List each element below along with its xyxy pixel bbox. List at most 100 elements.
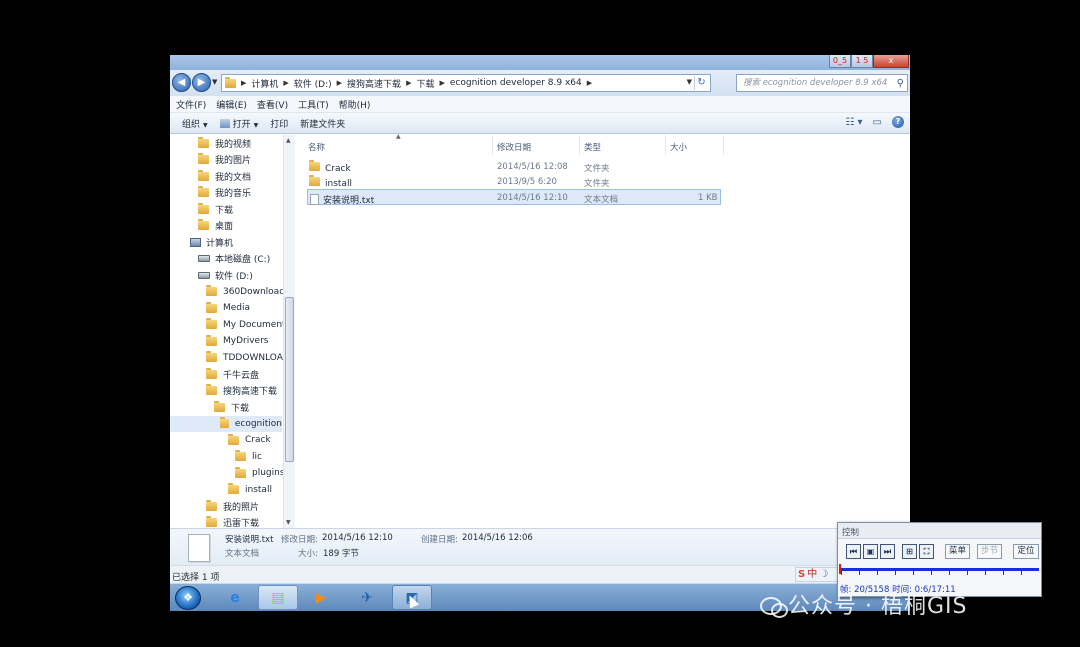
menu-edit[interactable]: 编辑(E) bbox=[216, 98, 247, 111]
play-button[interactable]: ▣ bbox=[863, 544, 878, 559]
breadcrumb-sogou-downloads[interactable]: 搜狗高速下载 bbox=[347, 77, 401, 90]
taskbar-feiq[interactable]: ✈ bbox=[347, 585, 387, 610]
column-header-type[interactable]: 类型 bbox=[584, 141, 601, 153]
nav-item-ecognition[interactable]: ecognition bbox=[170, 415, 282, 432]
breadcrumb-ecognition[interactable]: ecognition developer 8.9 x64 bbox=[450, 78, 582, 88]
menu-file[interactable]: 文件(F) bbox=[176, 98, 206, 111]
close-button[interactable]: x bbox=[873, 55, 909, 68]
search-icon[interactable]: ⚲ bbox=[897, 76, 904, 92]
navigation-scrollbar[interactable]: ▲ ▼ bbox=[283, 135, 295, 528]
chevron-right-icon[interactable]: ▶ bbox=[283, 79, 288, 87]
address-bar[interactable]: ▶ 计算机 ▶ 软件 (D:) ▶ 搜狗高速下载 ▶ 下载 ▶ ecogniti… bbox=[221, 74, 711, 92]
nav-item-pictures[interactable]: 我的图片 bbox=[198, 152, 251, 168]
nav-item-documents[interactable]: 我的文档 bbox=[198, 168, 251, 184]
nav-item-my-documents[interactable]: My Documents bbox=[206, 317, 290, 333]
recent-pages-dropdown-icon[interactable]: ▼ bbox=[212, 78, 217, 86]
column-divider[interactable] bbox=[665, 135, 666, 155]
back-button[interactable]: ◀ bbox=[172, 73, 191, 92]
paper-plane-icon: ✈ bbox=[361, 589, 373, 606]
half-width-moon-icon[interactable]: ☽ bbox=[819, 569, 828, 580]
nav-item-drive-d[interactable]: 软件 (D:) bbox=[198, 267, 253, 283]
breadcrumb-drive-d[interactable]: 软件 (D:) bbox=[294, 77, 332, 90]
nav-item-media[interactable]: Media bbox=[206, 300, 250, 316]
nav-item-360downloads[interactable]: 360Downloads bbox=[206, 284, 290, 300]
print-button[interactable]: 打印 bbox=[270, 117, 288, 130]
forward-button[interactable]: ▶ bbox=[192, 73, 211, 92]
nav-item-downloads-sub[interactable]: 下载 bbox=[214, 399, 249, 415]
start-button[interactable]: ❖ bbox=[175, 586, 201, 610]
preview-pane-icon[interactable]: ▭ bbox=[873, 117, 882, 128]
scrollbar-thumb[interactable] bbox=[285, 297, 294, 462]
nav-item-label: 计算机 bbox=[206, 238, 234, 249]
address-dropdown-icon[interactable]: ▼ bbox=[687, 78, 692, 86]
column-divider[interactable] bbox=[492, 135, 493, 155]
prev-frame-button[interactable]: ⏮ bbox=[846, 544, 861, 559]
taskbar-explorer[interactable]: ▤ bbox=[258, 585, 298, 610]
nav-item-lic[interactable]: lic bbox=[235, 449, 262, 465]
nav-item-desktop[interactable]: 桌面 bbox=[198, 218, 233, 234]
chevron-right-icon[interactable]: ▶ bbox=[406, 79, 411, 87]
menu-help[interactable]: 帮助(H) bbox=[339, 98, 371, 111]
nav-item-videos[interactable]: 我的视频 bbox=[198, 135, 251, 151]
step-button[interactable]: 步节 bbox=[977, 544, 1002, 559]
locate-button[interactable]: 定位 bbox=[1013, 544, 1039, 559]
taskbar-media-player[interactable]: ▶ bbox=[301, 585, 341, 610]
nav-item-label: ecognition bbox=[234, 418, 282, 429]
view-options-icon[interactable]: ☷ ▾ bbox=[845, 117, 862, 128]
minimize-button[interactable]: 0_5 bbox=[829, 55, 851, 68]
nav-item-qianniu-cloud[interactable]: 千牛云盘 bbox=[206, 366, 259, 382]
nav-item-install[interactable]: install bbox=[228, 482, 272, 498]
column-header-date[interactable]: 修改日期 bbox=[497, 141, 531, 153]
new-folder-button[interactable]: 新建文件夹 bbox=[300, 117, 345, 130]
menu-tools[interactable]: 工具(T) bbox=[298, 98, 329, 111]
nav-item-label: 下载 bbox=[215, 205, 234, 216]
maximize-button[interactable]: 1 5 bbox=[851, 55, 873, 68]
breadcrumb-computer[interactable]: 计算机 bbox=[251, 77, 278, 90]
scroll-up-icon[interactable]: ▲ bbox=[286, 137, 291, 144]
refresh-icon[interactable]: ↻ bbox=[694, 76, 708, 90]
scroll-down-icon[interactable]: ▼ bbox=[286, 519, 291, 526]
nav-item-downloads[interactable]: 下载 bbox=[198, 201, 233, 217]
search-input[interactable]: 搜索 ecognition developer 8.9 x64 ⚲ bbox=[736, 74, 908, 92]
column-divider[interactable] bbox=[723, 135, 724, 155]
chevron-right-icon[interactable]: ▶ bbox=[241, 79, 246, 87]
fullscreen-button[interactable]: ⛶ bbox=[919, 544, 934, 559]
nav-item-sogou-downloads[interactable]: 搜狗高速下载 bbox=[206, 383, 277, 399]
nav-item-label: 千牛云盘 bbox=[223, 370, 260, 381]
organize-button[interactable]: 组织 ▼ bbox=[182, 117, 208, 130]
nav-item-label: 我的音乐 bbox=[215, 189, 252, 199]
zoom-fit-button[interactable]: ⊞ bbox=[902, 544, 917, 559]
nav-item-label: 360Downloads bbox=[223, 286, 290, 297]
nav-item-tddownload[interactable]: TDDOWNLOAD bbox=[206, 350, 290, 366]
file-row-selected[interactable]: 安装说明.txt 2014/5/16 12:10 文本文档 1 KB bbox=[307, 189, 721, 206]
nav-item-my-photos[interactable]: 我的照片 bbox=[206, 498, 259, 514]
nav-item-computer[interactable]: 计算机 bbox=[190, 234, 233, 250]
nav-item-plugins[interactable]: plugins bbox=[235, 465, 285, 481]
nav-item-xunlei-downloads[interactable]: 迅雷下载 bbox=[206, 515, 259, 528]
open-button[interactable]: 打开 ▼ bbox=[219, 117, 258, 130]
menu-view[interactable]: 查看(V) bbox=[257, 98, 288, 111]
menu-button[interactable]: 菜单 bbox=[945, 544, 970, 559]
folder-icon bbox=[228, 483, 239, 494]
ime-mode-chinese[interactable]: 中 bbox=[807, 569, 817, 580]
column-divider[interactable] bbox=[579, 135, 580, 155]
folder-icon bbox=[198, 202, 209, 214]
chevron-right-icon[interactable]: ▶ bbox=[337, 79, 342, 87]
nav-item-mydrivers[interactable]: MyDrivers bbox=[206, 333, 268, 349]
breadcrumb-downloads[interactable]: 下载 bbox=[416, 77, 434, 90]
help-icon[interactable]: ? bbox=[892, 116, 904, 128]
chevron-right-icon[interactable]: ▶ bbox=[587, 79, 592, 87]
nav-item-label: Crack bbox=[245, 435, 271, 445]
file-row[interactable]: Crack 2014/5/16 12:08 文件夹 bbox=[307, 159, 721, 175]
next-frame-button[interactable]: ⏭ bbox=[880, 544, 895, 559]
nav-item-drive-c[interactable]: 本地磁盘 (C:) bbox=[198, 251, 270, 267]
ime-status-bar[interactable]: S 中 ☽ bbox=[795, 567, 841, 582]
column-header-name[interactable]: 名称 bbox=[308, 141, 325, 153]
title-bar[interactable]: 0_5 1 5 x bbox=[170, 55, 910, 70]
nav-item-crack[interactable]: Crack bbox=[228, 432, 271, 448]
file-row[interactable]: install 2013/9/5 6:20 文件夹 bbox=[307, 174, 721, 190]
column-header-size[interactable]: 大小 bbox=[670, 141, 687, 153]
chevron-right-icon[interactable]: ▶ bbox=[439, 79, 444, 87]
taskbar-ie[interactable]: e bbox=[215, 585, 255, 610]
nav-item-music[interactable]: 我的音乐 bbox=[198, 185, 251, 201]
